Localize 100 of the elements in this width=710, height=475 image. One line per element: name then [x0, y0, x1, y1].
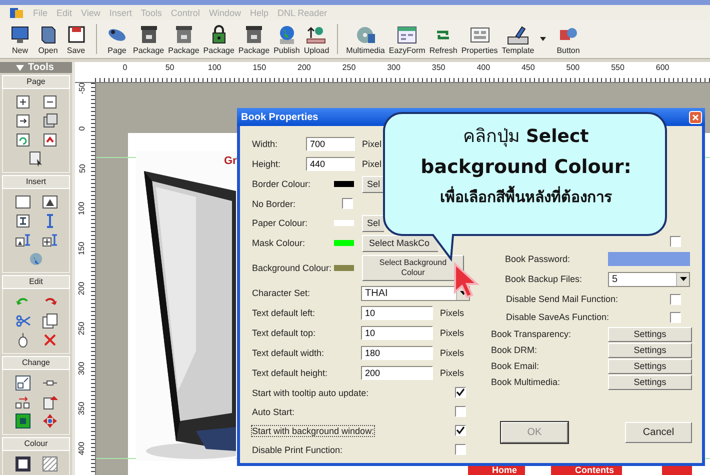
password-field[interactable]: [608, 252, 690, 266]
select-button[interactable]: Sel: [362, 176, 384, 192]
toolbar-button[interactable]: Package: [201, 24, 236, 54]
toolbar-button[interactable]: Page: [103, 24, 131, 54]
toolbar-button[interactable]: EazyForm: [386, 24, 428, 54]
minus-square-icon[interactable]: [42, 94, 58, 110]
toolbar-button[interactable]: Multimedia: [344, 24, 387, 54]
field-label: Paper Colour:: [252, 218, 309, 228]
select-button[interactable]: Select MaskCo: [362, 234, 438, 252]
image-ibeam-icon[interactable]: [14, 232, 30, 248]
field-label: Text default top:: [252, 328, 317, 338]
frame-icon[interactable]: [14, 456, 30, 472]
select-button[interactable]: Select Background Colour: [362, 255, 464, 281]
ruler-label: 50: [164, 63, 176, 72]
close-icon[interactable]: [689, 110, 702, 124]
scissors-icon[interactable]: [14, 313, 30, 329]
app-icon: [10, 6, 24, 18]
page-heading: Gr: [224, 155, 237, 167]
plus-square-icon[interactable]: [14, 94, 30, 110]
hatch-icon[interactable]: [42, 456, 58, 472]
toolbar-button[interactable]: Save: [62, 24, 90, 54]
checkbox[interactable]: [342, 198, 353, 209]
text-box-icon[interactable]: [14, 213, 30, 229]
dropdown[interactable]: 5: [608, 272, 690, 286]
checkbox[interactable]: [670, 236, 681, 246]
checkbox[interactable]: [455, 444, 466, 455]
input-field[interactable]: 200: [361, 366, 433, 380]
window-title: Book Properties: [241, 112, 318, 122]
field-label: Book Backup Files:: [504, 274, 584, 284]
section-title: Edit: [2, 275, 70, 289]
toolbar-button[interactable]: Template: [500, 24, 536, 54]
resize-icon[interactable]: [14, 375, 30, 391]
toolbar-button[interactable]: Open: [34, 24, 62, 54]
select-button[interactable]: Sel: [362, 214, 384, 232]
field-label: Width:: [252, 139, 279, 149]
dialog-button[interactable]: Cancel: [625, 422, 692, 443]
ruler-label: 550: [610, 63, 626, 72]
toolbar-button[interactable]: Package: [131, 24, 166, 54]
page-cursor-icon[interactable]: [28, 151, 44, 167]
ruler-label: 450: [520, 63, 536, 72]
settings-button[interactable]: Settings: [608, 326, 692, 342]
input-field[interactable]: 10: [361, 326, 433, 340]
input-field[interactable]: 440: [306, 157, 355, 171]
settings-button[interactable]: Settings: [608, 374, 692, 390]
field-label: Pixels: [440, 328, 464, 338]
toolbar-button[interactable]: Package: [166, 24, 202, 54]
ruler-label: 100: [78, 201, 86, 215]
arrow-square-icon[interactable]: [14, 113, 30, 129]
checkbox[interactable]: [455, 387, 466, 398]
field-label: Disable SaveAs Function:: [505, 312, 610, 322]
ruler-label: 100: [206, 63, 222, 72]
section-title: Change: [2, 356, 70, 370]
ruler-label: 150: [252, 63, 268, 72]
settings-button[interactable]: Settings: [608, 342, 692, 358]
settings-button[interactable]: Settings: [608, 358, 692, 374]
toolbar-button[interactable]: Publish: [272, 24, 302, 54]
cross-icon[interactable]: [42, 332, 58, 348]
toolbar-button[interactable]: New: [6, 24, 34, 54]
field-label: Text default height:: [252, 368, 329, 378]
field-label: Mask Colour:: [252, 238, 306, 248]
checkbox[interactable]: [670, 312, 681, 322]
ruler-label: 150: [78, 241, 86, 255]
copy-icon[interactable]: [42, 313, 58, 329]
toolbar-button[interactable]: Upload: [302, 24, 332, 54]
plus-ibeam-icon[interactable]: [42, 232, 58, 248]
field-label: Pixel: [362, 159, 382, 169]
dropdown[interactable]: THAI: [361, 286, 470, 300]
ruler-label: 600: [654, 63, 670, 72]
toolbar-button[interactable]: Button: [554, 24, 582, 54]
ruler-label: 0: [122, 63, 128, 72]
ruler-label: 200: [296, 63, 312, 72]
callout-text: background Colour:: [420, 155, 632, 180]
input-field[interactable]: 10: [361, 306, 433, 320]
input-field[interactable]: 180: [361, 346, 433, 360]
blank-square-icon[interactable]: [14, 194, 30, 210]
arrows-icon[interactable]: [42, 413, 58, 429]
redo-square-icon[interactable]: [42, 132, 58, 148]
section-title: Page: [2, 75, 70, 89]
section-title: Colour: [2, 437, 70, 451]
ruler-label: 400: [78, 441, 86, 455]
field-label: Text default width:: [252, 348, 326, 358]
move-icon[interactable]: [14, 394, 30, 410]
ruler-label: 500: [565, 63, 581, 72]
field-label: Disable Send Mail Function:: [505, 294, 620, 304]
toolbar-button[interactable]: Properties: [459, 24, 500, 54]
toolbar-button[interactable]: Package: [236, 24, 272, 54]
ruler-label: 50: [78, 164, 86, 172]
form-icon: [395, 24, 420, 46]
collapse-icon[interactable]: [16, 64, 24, 70]
image-icon[interactable]: [42, 194, 58, 210]
caret-icon[interactable]: [540, 37, 546, 41]
checkbox[interactable]: [455, 406, 466, 417]
checkbox[interactable]: [670, 294, 681, 304]
checkbox[interactable]: [455, 425, 466, 436]
layers-icon[interactable]: [42, 394, 58, 410]
input-field[interactable]: 700: [306, 137, 355, 151]
pages-icon[interactable]: [42, 113, 58, 129]
square-icon[interactable]: [14, 413, 30, 429]
toolbar-button[interactable]: Refresh: [427, 24, 460, 54]
undo-square-icon[interactable]: [14, 132, 30, 148]
